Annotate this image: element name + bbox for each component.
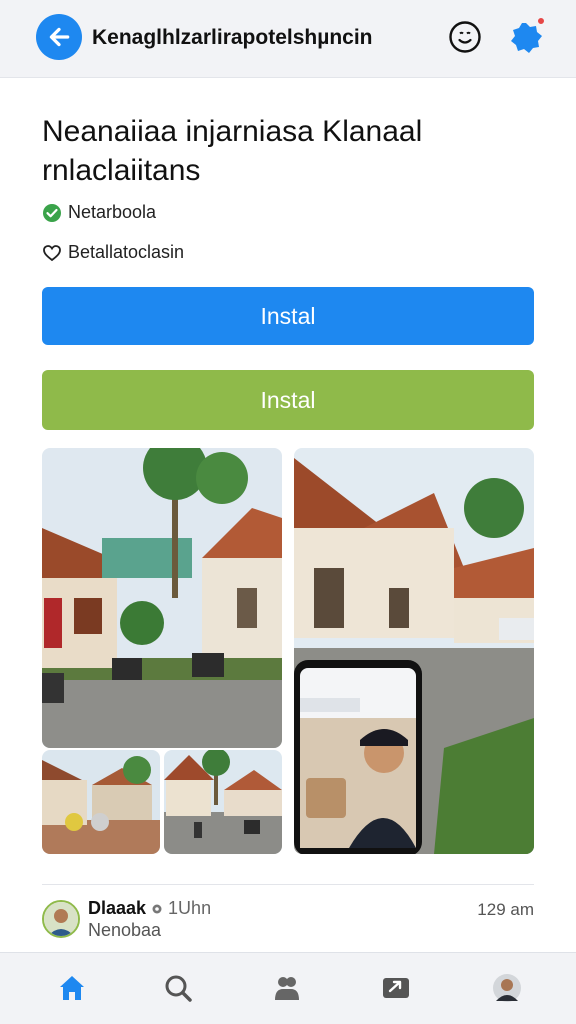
notifications-button[interactable] xyxy=(506,16,546,58)
heart-icon xyxy=(43,244,61,261)
gallery-photo-app-preview[interactable] xyxy=(294,448,534,854)
home-icon xyxy=(60,976,84,1000)
back-arrow-icon xyxy=(49,27,70,47)
smile-icon xyxy=(449,21,481,53)
search-icon xyxy=(165,975,192,1002)
post-divider xyxy=(42,884,534,885)
gallery-photo-small-2[interactable] xyxy=(164,750,282,854)
nav-home[interactable] xyxy=(55,971,89,1005)
gear-icon xyxy=(152,904,162,913)
back-button[interactable] xyxy=(36,14,82,60)
community-icon xyxy=(275,977,299,1000)
post-time: 129 am xyxy=(477,900,534,919)
post-avatar[interactable] xyxy=(42,900,80,938)
share-icon xyxy=(383,978,409,998)
nav-community[interactable] xyxy=(270,971,304,1005)
top-bar: Kenaglhlzarlirapotelshµncin xyxy=(0,0,576,78)
post-ago: 1Uhn xyxy=(168,898,212,918)
app-title: Neanaiiaa injarniasa Klanaal rnlaclaiita… xyxy=(42,115,423,187)
install-button-secondary[interactable]: Instal xyxy=(42,370,534,430)
post-subtitle: Nenobaa xyxy=(88,920,162,940)
favorite-label: Betallatoclasin xyxy=(68,242,185,262)
verified-label: Netarboola xyxy=(68,202,157,222)
gallery-photo-street[interactable] xyxy=(42,448,282,748)
post-author-name: Dlaaak xyxy=(88,898,147,918)
install-button-primary[interactable]: Instal xyxy=(42,287,534,345)
profile-avatar xyxy=(493,974,521,1002)
verified-row: Netarboola xyxy=(42,202,156,223)
post-author-row[interactable]: Dlaaak 1Uhn xyxy=(88,898,211,919)
favorite-row[interactable]: Betallatoclasin xyxy=(42,242,184,263)
nav-profile[interactable] xyxy=(490,971,524,1005)
notification-dot xyxy=(536,16,546,26)
gallery-photo-small-1[interactable] xyxy=(42,750,160,854)
header-title: Kenaglhlzarlirapotelshµncin xyxy=(92,26,373,49)
check-circle-icon xyxy=(43,203,61,222)
nav-search[interactable] xyxy=(161,971,195,1005)
nav-share[interactable] xyxy=(379,971,413,1005)
smile-button[interactable] xyxy=(448,20,482,54)
bottom-nav xyxy=(0,952,576,1024)
